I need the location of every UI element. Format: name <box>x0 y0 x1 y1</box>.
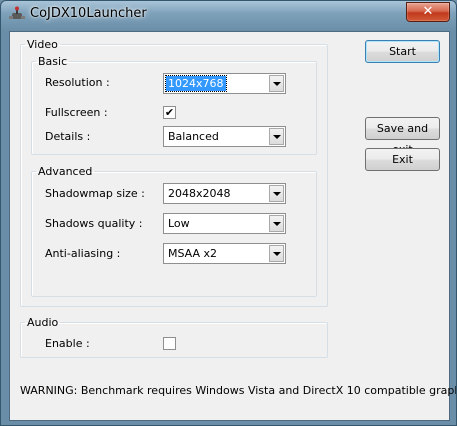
fullscreen-label: Fullscreen : <box>45 106 108 119</box>
shadows-quality-label: Shadows quality : <box>45 217 143 230</box>
audio-group-title: Audio <box>27 316 59 329</box>
shadowmap-size-select[interactable]: 2048x2048 <box>163 183 286 204</box>
audio-enable-checkbox[interactable] <box>163 337 176 350</box>
shadowmap-size-value: 2048x2048 <box>168 187 231 200</box>
chevron-down-icon[interactable] <box>269 75 284 92</box>
anti-aliasing-value: MSAA x2 <box>168 247 218 260</box>
basic-group-title: Basic <box>38 55 68 68</box>
resolution-select[interactable]: 1024x768 <box>163 73 286 94</box>
resolution-value: 1024x768 <box>165 75 227 92</box>
shadows-quality-value: Low <box>168 217 190 230</box>
chevron-down-icon[interactable] <box>269 215 284 232</box>
advanced-group-title: Advanced <box>38 165 93 178</box>
anti-aliasing-label: Anti-aliasing : <box>45 247 121 260</box>
chevron-down-icon[interactable] <box>269 245 284 262</box>
close-icon: ✕ <box>422 4 434 19</box>
chevron-down-icon[interactable] <box>269 128 284 145</box>
shadowmap-size-label: Shadowmap size : <box>45 187 145 200</box>
fullscreen-checkbox[interactable]: ✔ <box>163 106 176 119</box>
details-label: Details : <box>45 130 91 143</box>
start-button[interactable]: Start <box>365 40 440 63</box>
details-value: Balanced <box>168 130 219 143</box>
title-bar[interactable]: CoJDX10Launcher ✕ <box>1 1 456 29</box>
video-group-title: Video <box>27 38 58 51</box>
close-button[interactable]: ✕ <box>406 2 450 22</box>
save-and-exit-button[interactable]: Save and exit <box>365 117 440 156</box>
exit-button[interactable]: Exit <box>365 148 440 171</box>
joystick-icon <box>9 6 25 19</box>
chevron-down-icon[interactable] <box>269 185 284 202</box>
dialog-client-area: Video Basic Resolution : 1024x768 Fullsc… <box>9 31 456 421</box>
anti-aliasing-select[interactable]: MSAA x2 <box>163 243 286 264</box>
warning-message: WARNING: Benchmark requires Windows Vist… <box>20 384 457 397</box>
details-select[interactable]: Balanced <box>163 126 286 147</box>
shadows-quality-select[interactable]: Low <box>163 213 286 234</box>
check-icon: ✔ <box>164 106 175 119</box>
audio-enable-label: Enable : <box>45 337 90 350</box>
resolution-label: Resolution : <box>45 76 110 89</box>
launcher-window: CoJDX10Launcher ✕ Video Basic Resolution… <box>0 0 457 426</box>
window-title: CoJDX10Launcher <box>30 6 147 21</box>
